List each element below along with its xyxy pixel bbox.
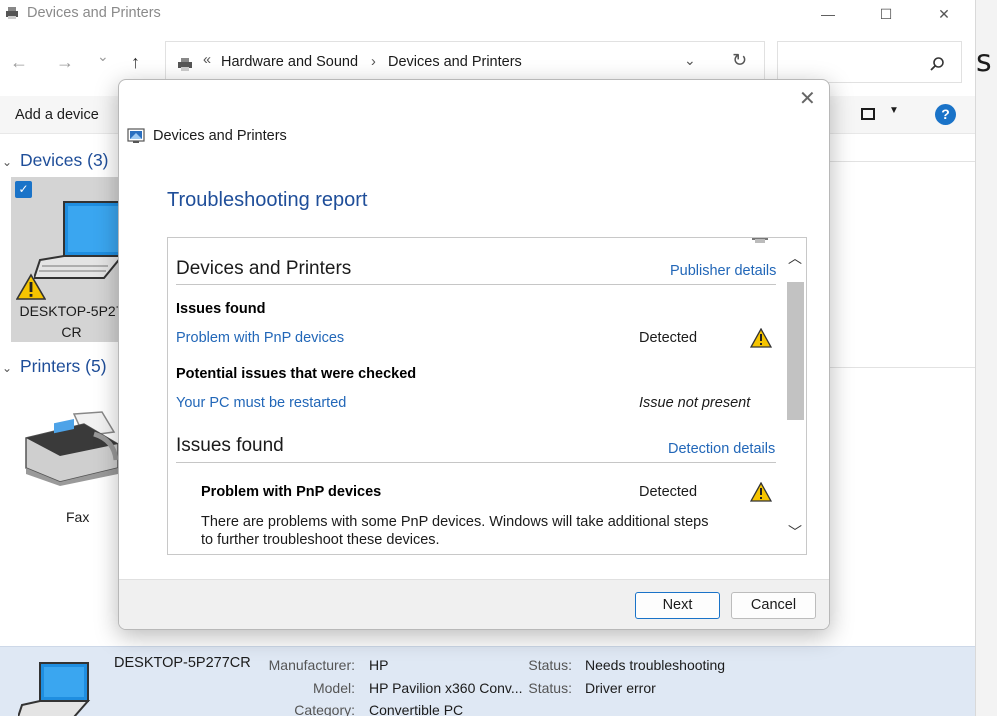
window-title: Devices and Printers — [27, 5, 161, 21]
help-icon[interactable]: ? — [935, 104, 956, 125]
collapse-chevron-icon[interactable]: ⌄ — [2, 361, 20, 375]
fax-icon[interactable] — [22, 410, 122, 486]
forward-arrow-icon[interactable]: → — [56, 52, 74, 73]
close-button[interactable]: ✕ — [915, 0, 973, 28]
report-section-title: Devices and Printers — [176, 258, 352, 279]
printers-count: (5) — [85, 356, 107, 376]
adjacent-window-text: s — [976, 44, 992, 79]
detail-issue-status: Detected — [639, 484, 698, 500]
devices-count: (3) — [87, 150, 109, 170]
status-value: Needs troubleshooting — [585, 657, 726, 673]
back-arrow-icon[interactable]: ← — [10, 52, 28, 73]
detail-issue-title: Problem with PnP devices — [201, 484, 382, 500]
detection-details-link[interactable]: Detection details — [668, 441, 775, 457]
issues-found-label: Issues found — [176, 301, 266, 317]
view-options-dropdown-icon[interactable]: ▼ — [889, 105, 899, 116]
breadcrumb-devices-and-printers[interactable]: Devices and Printers — [388, 54, 522, 70]
status-key: Status: — [528, 680, 572, 696]
minimize-button[interactable]: — — [799, 0, 857, 28]
status-key: Status: — [528, 657, 572, 673]
search-box[interactable] — [777, 41, 962, 83]
laptop-icon — [34, 201, 124, 279]
warning-icon — [16, 273, 46, 300]
issues-section-title: Issues found — [176, 435, 284, 456]
device-name: DESKTOP-5P277CR — [114, 655, 251, 671]
printers-section-label: Printers — [20, 356, 81, 376]
detail-description-line2: to further troubleshoot these devices. — [201, 532, 440, 548]
scroll-down-icon[interactable]: ﹀ — [788, 522, 802, 542]
maximize-button[interactable]: ☐ — [857, 0, 915, 28]
collapse-chevron-icon[interactable]: ⌄ — [2, 155, 20, 169]
status-value: Driver error — [585, 680, 656, 696]
category-value: Convertible PC — [369, 702, 464, 716]
scroll-thumb[interactable] — [787, 282, 804, 420]
report-divider — [176, 284, 776, 285]
potential-issues-label: Potential issues that were checked — [176, 366, 417, 382]
report-divider — [176, 462, 776, 463]
devices-section-header[interactable]: ⌄ Devices (3) — [0, 150, 109, 171]
printer-app-icon — [6, 7, 18, 19]
scroll-up-icon[interactable]: ︿ — [788, 248, 802, 268]
dialog-title: Devices and Printers — [153, 128, 287, 144]
checkbox-selected-icon[interactable]: ✓ — [15, 181, 32, 198]
troubleshooting-report-panel[interactable]: Devices and Printers Publisher details I… — [167, 237, 807, 555]
up-arrow-icon[interactable]: ↑ — [131, 52, 140, 73]
details-pane: DESKTOP-5P277CR Manufacturer: HP Model: … — [0, 646, 975, 716]
dialog-footer: Next Cancel — [119, 579, 829, 629]
detail-description-line1: There are problems with some PnP devices… — [201, 514, 709, 530]
refresh-icon[interactable]: ↻ — [732, 50, 747, 71]
device-label-line1: DESKTOP-5P27 — [19, 303, 124, 319]
model-value: HP Pavilion x360 Conv... — [369, 680, 523, 696]
search-icon[interactable] — [929, 56, 945, 72]
manufacturer-value: HP — [369, 657, 389, 673]
manufacturer-key: Manufacturer: — [268, 657, 355, 673]
address-dropdown-icon[interactable]: ⌄ — [684, 52, 696, 69]
warning-icon — [750, 328, 772, 348]
cancel-button[interactable]: Cancel — [731, 592, 816, 619]
printers-section-header[interactable]: ⌄ Printers (5) — [0, 356, 107, 377]
device-label-line2: CR — [61, 324, 82, 340]
model-key: Model: — [312, 680, 355, 696]
issue-status: Detected — [639, 330, 698, 346]
laptop-icon — [18, 662, 91, 716]
printer-icon — [752, 238, 768, 243]
devices-section-label: Devices — [20, 150, 83, 170]
potential-issue-status: Issue not present — [639, 395, 751, 411]
report-heading: Troubleshooting report — [167, 189, 368, 211]
troubleshooter-dialog: ✕ Devices and Printers Troubleshooting r… — [118, 79, 830, 630]
problem-pnp-devices-link[interactable]: Problem with PnP devices — [176, 330, 344, 346]
category-key: Category: — [294, 702, 355, 716]
change-view-icon[interactable] — [861, 108, 875, 120]
publisher-details-link[interactable]: Publisher details — [670, 263, 776, 279]
fax-label: Fax — [66, 509, 90, 525]
pc-restart-link[interactable]: Your PC must be restarted — [176, 395, 346, 411]
device-label: DESKTOP-5P27 CR — [14, 301, 129, 343]
breadcrumb-separator-icon[interactable]: › — [371, 54, 376, 70]
address-overflow-icon[interactable]: « — [203, 52, 211, 68]
report-scrollbar[interactable]: ︿ ﹀ — [785, 238, 806, 554]
add-device-button[interactable]: Add a device — [15, 107, 99, 123]
breadcrumb-hardware-and-sound[interactable]: Hardware and Sound — [221, 54, 358, 70]
next-button[interactable]: Next — [635, 592, 720, 619]
title-bar: Devices and Printers — ☐ ✕ — [0, 0, 975, 28]
address-bar[interactable]: « Hardware and Sound › Devices and Print… — [165, 41, 765, 83]
printer-location-icon — [178, 58, 192, 71]
warning-icon — [750, 482, 772, 502]
adjacent-window-edge: s — [975, 0, 997, 716]
dialog-close-icon[interactable]: ✕ — [799, 86, 816, 111]
recent-locations-chevron-icon[interactable]: ⌄ — [97, 48, 109, 65]
troubleshooter-icon — [127, 128, 145, 143]
